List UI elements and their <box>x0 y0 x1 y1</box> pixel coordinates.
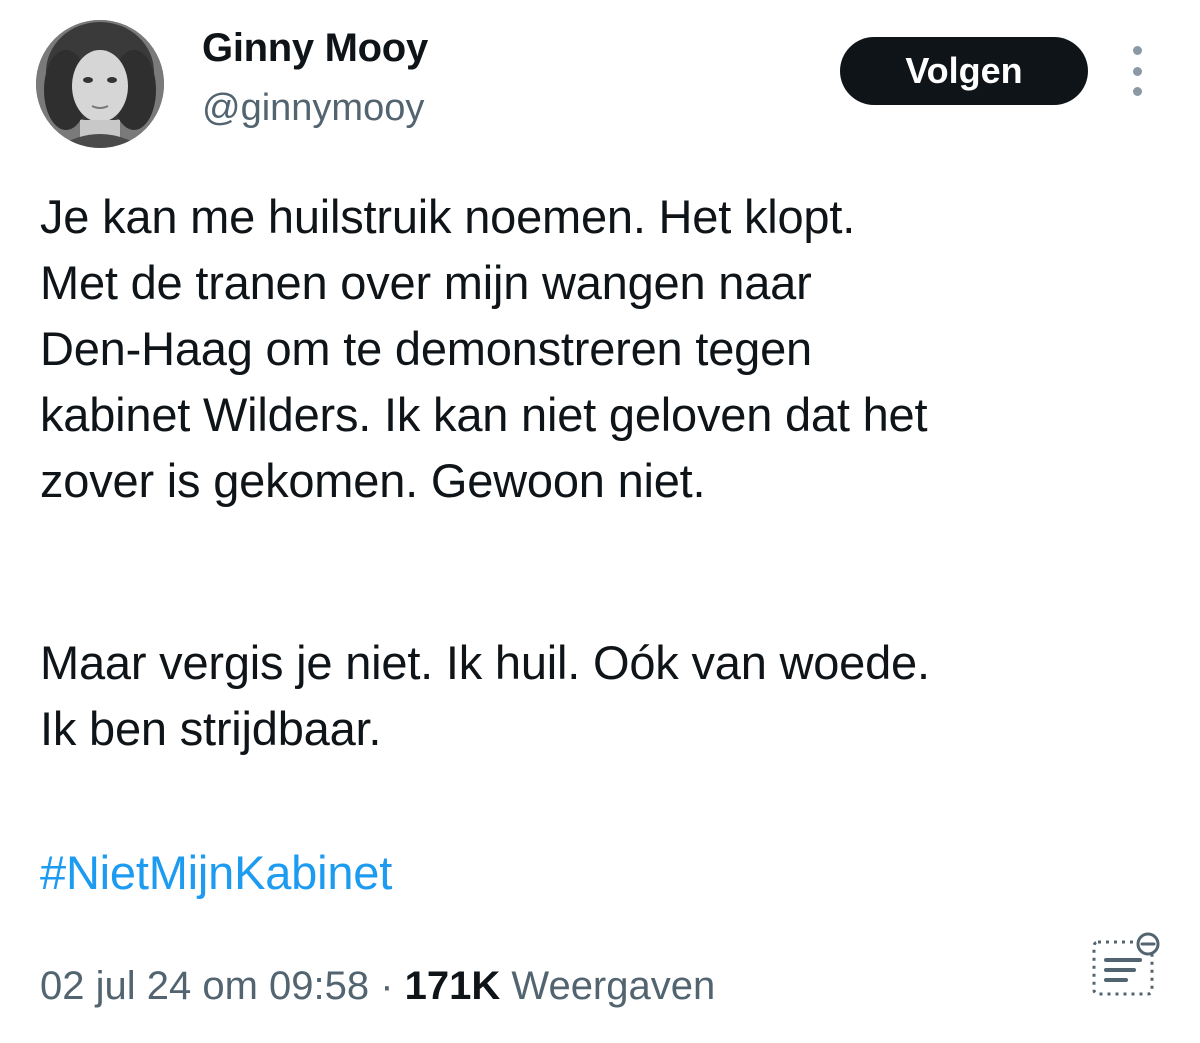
timestamp[interactable]: 02 jul 24 om 09:58 <box>40 964 369 1008</box>
analytics-icon[interactable] <box>1086 930 1166 1002</box>
author-name[interactable]: Ginny Mooy <box>202 26 428 70</box>
meta-separator: · <box>369 964 405 1008</box>
views-label: Weergaven <box>500 964 716 1008</box>
tweet-paragraph-2: Maar vergis je niet. Ik huil. Oók van wo… <box>40 636 930 755</box>
avatar-photo <box>36 20 164 148</box>
tweet-card: Ginny Mooy @ginnymooy Volgen Je kan me h… <box>0 0 1200 1043</box>
avatar[interactable] <box>36 20 164 148</box>
more-dot <box>1132 46 1142 55</box>
author-handle[interactable]: @ginnymooy <box>202 87 424 130</box>
more-dot <box>1132 87 1142 96</box>
tweet-text: Je kan me huilstruik noemen. Het klopt. … <box>40 184 1170 514</box>
tweet-paragraph-1: Je kan me huilstruik noemen. Het klopt. … <box>40 190 928 507</box>
more-dot <box>1132 66 1142 76</box>
more-vertical-icon[interactable] <box>1122 46 1152 96</box>
tweet-meta: 02 jul 24 om 09:58 · 171K Weergaven <box>40 958 715 1014</box>
follow-button[interactable]: Volgen <box>840 37 1088 105</box>
views-count: 171K <box>404 964 501 1008</box>
analytics-icon-graphic <box>1092 932 1160 996</box>
hashtag-link[interactable]: #NietMijnKabinet <box>40 840 392 906</box>
